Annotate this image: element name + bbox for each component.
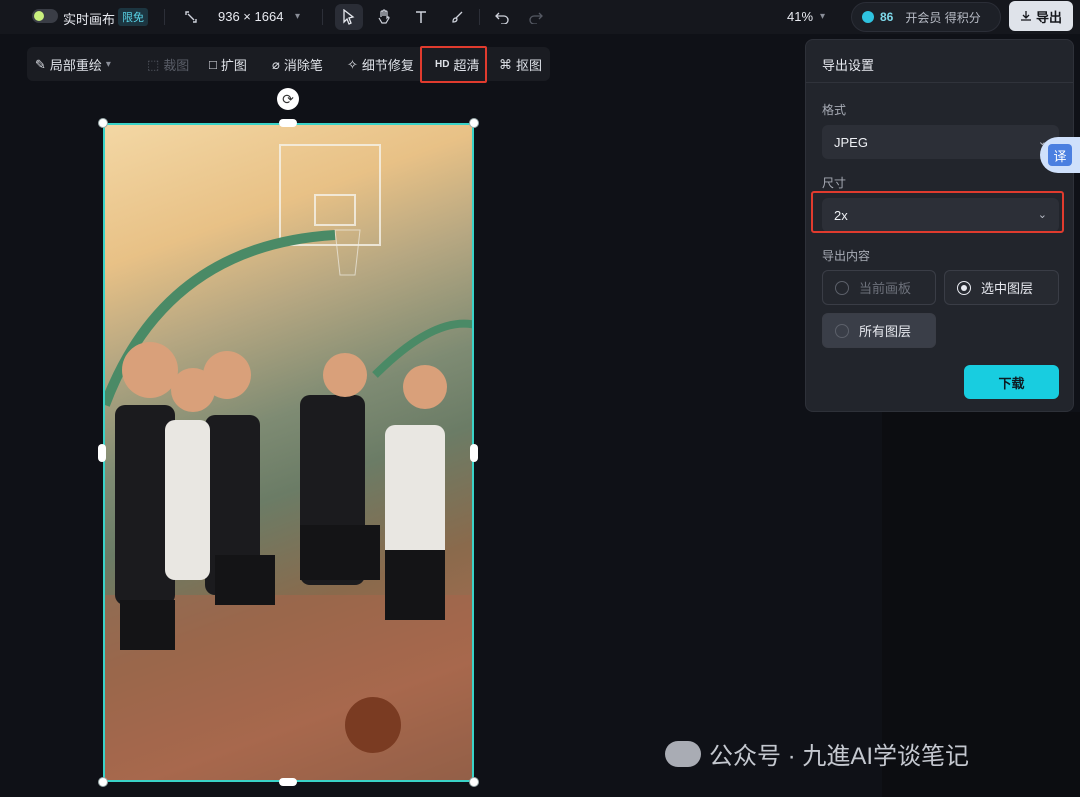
option-all-layers[interactable]: 所有图层	[822, 313, 936, 348]
free-badge: 限免	[118, 8, 148, 26]
canvas-size-value[interactable]: 936 × 1664	[218, 9, 283, 24]
chevron-down-icon[interactable]: ▾	[295, 11, 300, 22]
redo-icon[interactable]	[522, 4, 550, 30]
text-tool-icon[interactable]	[407, 4, 435, 30]
cutout-icon: ⌘	[499, 56, 512, 72]
resize-handle[interactable]	[469, 777, 479, 787]
local-redraw-label: 局部重绘	[49, 58, 102, 73]
format-label: 格式	[822, 103, 847, 117]
undo-icon[interactable]	[488, 4, 516, 30]
resize-handle[interactable]	[469, 118, 479, 128]
format-value: JPEG	[834, 134, 868, 150]
expand-label: 扩图	[220, 58, 247, 73]
crop-icon: ⬚	[147, 56, 160, 72]
size-label: 尺寸	[822, 176, 847, 190]
basketball-photo	[105, 125, 472, 780]
brush-tool-icon[interactable]	[443, 4, 471, 30]
brush-icon: ✎	[35, 56, 46, 72]
export-button[interactable]: 导出	[1009, 1, 1073, 31]
resize-handle[interactable]	[279, 119, 297, 127]
resize-handle[interactable]	[279, 778, 297, 786]
cutout-button[interactable]: ⌘ 抠图	[499, 55, 542, 74]
watermark: 公众号 · 九進AI学谈笔记	[665, 736, 969, 771]
watermark-text: 公众号 · 九進AI学谈笔记	[709, 743, 970, 770]
eraser-label: 消除笔	[283, 58, 323, 73]
zoom-level[interactable]: 41%	[787, 9, 813, 24]
eraser-button[interactable]: ⌀ 消除笔	[272, 55, 323, 74]
expand-button[interactable]: □ 扩图	[209, 55, 247, 74]
radio-checked-icon	[957, 280, 971, 295]
option-label: 所有图层	[859, 324, 912, 339]
chevron-down-icon[interactable]: ▾	[820, 11, 825, 22]
canvas-size-icon[interactable]	[177, 4, 205, 30]
option-label: 当前画板	[859, 281, 912, 296]
realtime-canvas-toggle[interactable]	[32, 9, 58, 23]
detail-fix-label: 细节修复	[361, 58, 414, 73]
option-selected-layer[interactable]: 选中图层	[944, 270, 1059, 305]
radio-icon	[835, 280, 849, 295]
chevron-down-icon: ▾	[105, 59, 111, 70]
divider	[164, 9, 165, 25]
credits-icon	[862, 11, 874, 23]
export-label: 导出	[1035, 9, 1062, 25]
translate-icon: 译	[1048, 144, 1072, 166]
divider	[806, 82, 1073, 83]
export-content-label: 导出内容	[822, 249, 871, 263]
divider	[322, 9, 323, 25]
local-redraw-button[interactable]: ✎ 局部重绘 ▾	[35, 55, 111, 74]
radio-icon	[835, 323, 849, 338]
download-button[interactable]: 下载	[964, 365, 1059, 399]
resize-handle[interactable]	[98, 777, 108, 787]
credits-count: 86	[880, 10, 894, 24]
cutout-label: 抠图	[516, 58, 543, 73]
size-highlight-box	[811, 191, 1064, 233]
resize-handle[interactable]	[98, 444, 106, 462]
panel-title: 导出设置	[822, 58, 875, 73]
wechat-icon	[665, 740, 701, 767]
credits-button[interactable]: 86 开会员 得积分	[851, 2, 1001, 32]
crop-button[interactable]: ⬚ 裁图	[147, 55, 189, 74]
hand-tool-icon[interactable]	[370, 4, 398, 30]
option-current-board[interactable]: 当前画板	[822, 270, 936, 305]
selected-image-layer[interactable]	[103, 123, 474, 782]
rotate-handle-icon[interactable]: ⟳	[277, 88, 299, 110]
top-toolbar: 实时画布 限免 936 × 1664 ▾ 41% ▾ 86 开会员 得积分 导出	[0, 0, 1080, 34]
super-res-highlight-box	[420, 46, 487, 83]
format-select[interactable]: JPEG ⌄	[822, 125, 1059, 159]
crop-label: 裁图	[163, 58, 190, 73]
magic-wand-icon: ✧	[347, 56, 358, 72]
expand-icon: □	[209, 57, 217, 72]
detail-fix-button[interactable]: ✧ 细节修复	[347, 55, 414, 74]
translate-button[interactable]: 译	[1040, 137, 1080, 173]
option-label: 选中图层	[981, 281, 1034, 296]
resize-handle[interactable]	[470, 444, 478, 462]
select-tool-icon[interactable]	[335, 4, 363, 30]
realtime-canvas-label: 实时画布	[63, 12, 116, 27]
credits-text: 开会员 得积分	[905, 10, 981, 25]
divider	[479, 9, 480, 25]
download-icon	[1020, 11, 1031, 21]
eraser-icon: ⌀	[272, 56, 280, 72]
resize-handle[interactable]	[98, 118, 108, 128]
